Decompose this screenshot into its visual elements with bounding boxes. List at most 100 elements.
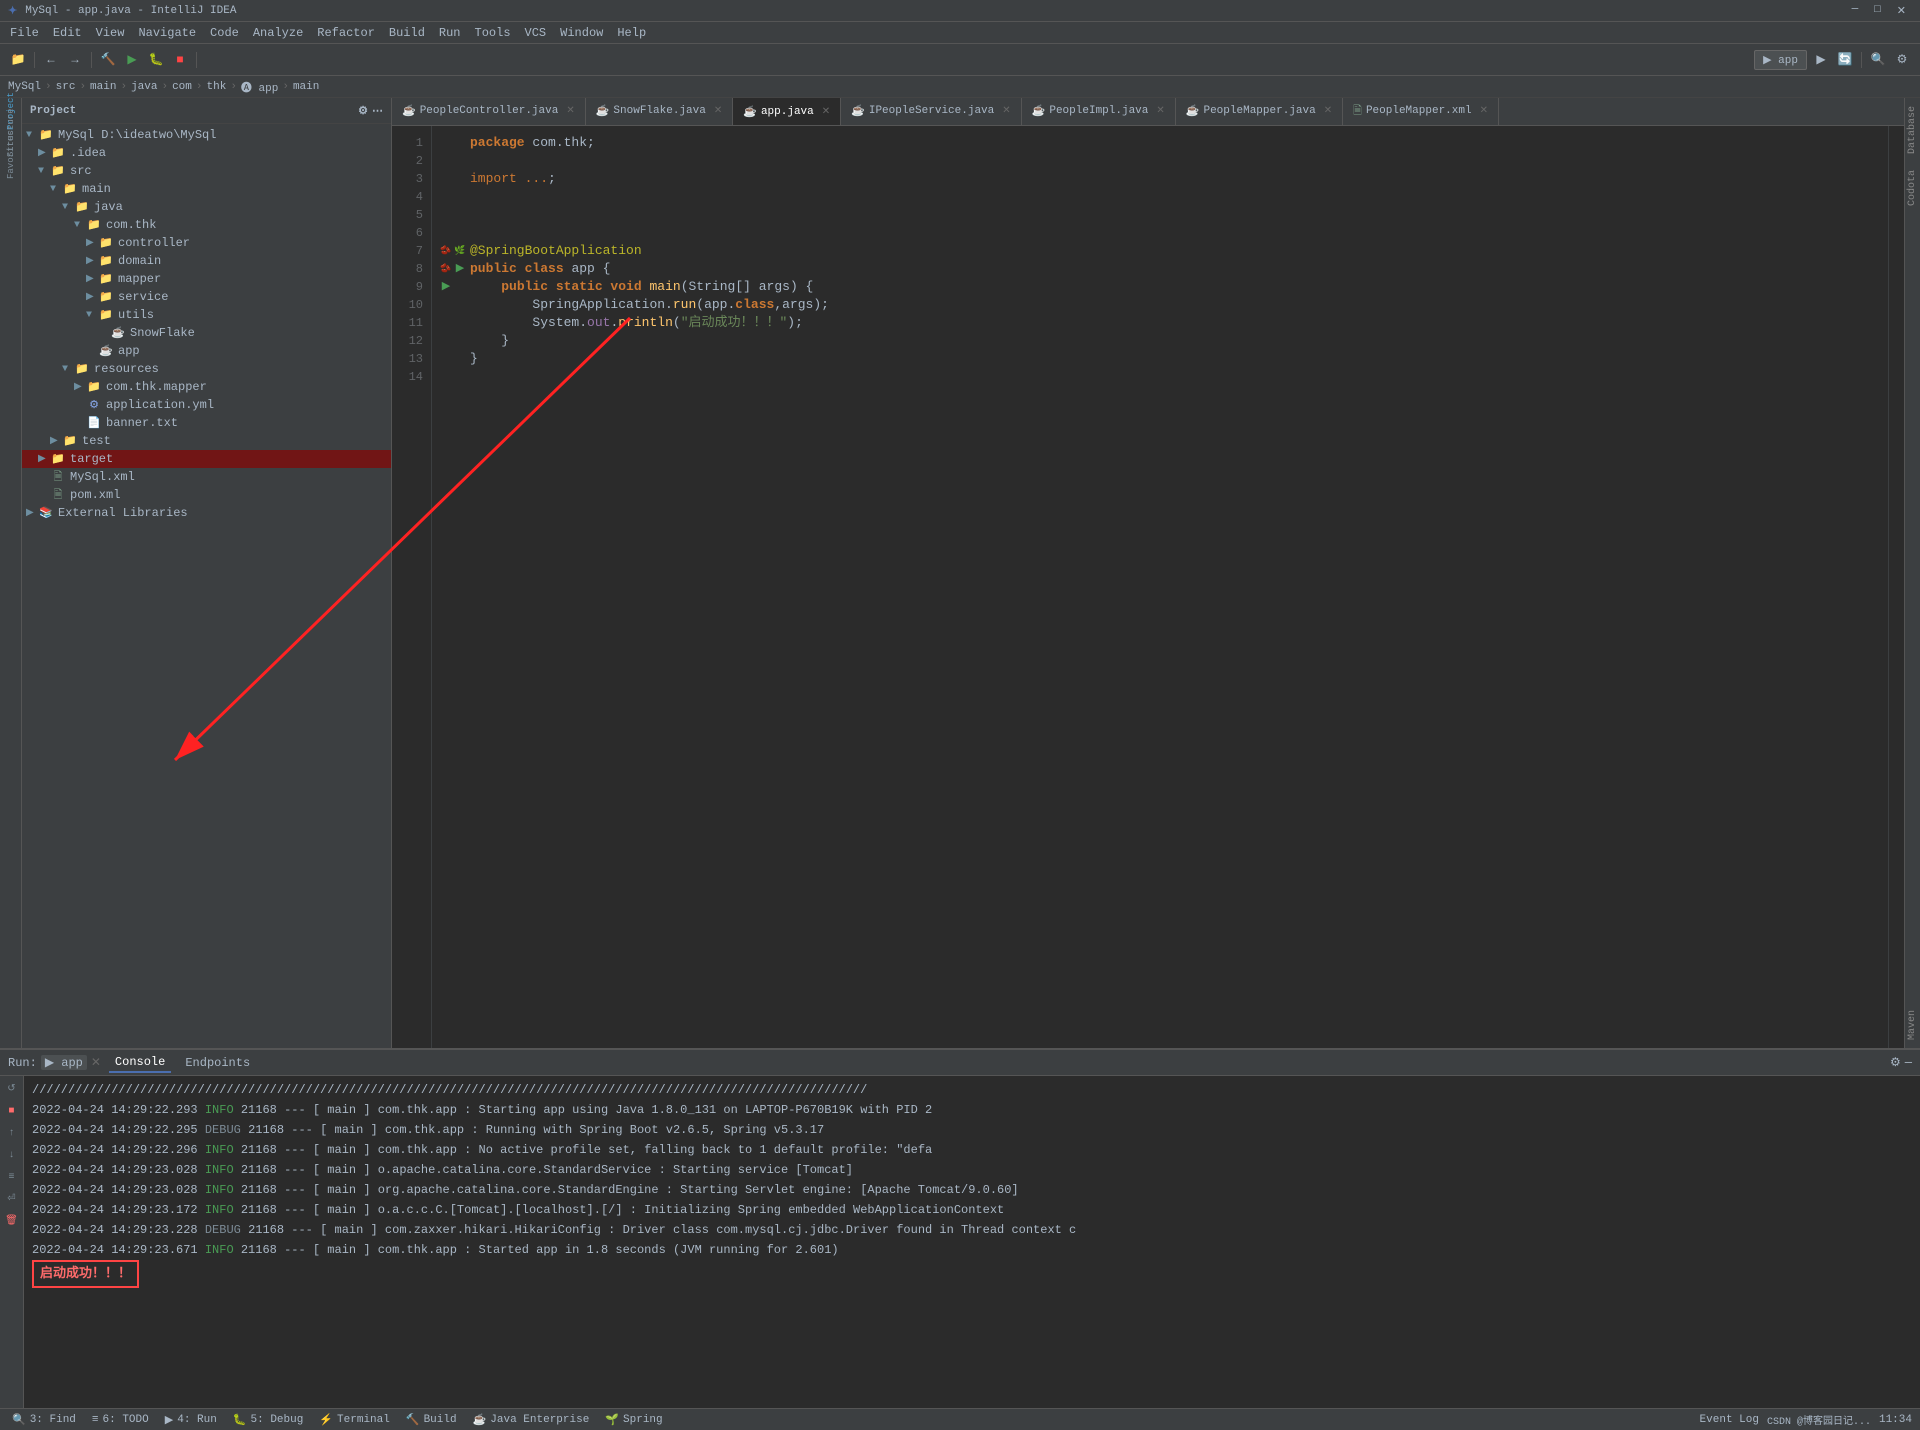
tree-project-root[interactable]: ▼ 📁 MySql D:\ideatwo\MySql: [22, 126, 391, 144]
tab-close[interactable]: ✕: [566, 105, 574, 117]
tree-domain[interactable]: ▶ 📁 domain: [22, 252, 391, 270]
code-content[interactable]: package com.thk; import ...;: [432, 126, 1888, 1048]
tree-mapper-res[interactable]: ▶ 📁 com.thk.mapper: [22, 378, 391, 396]
tree-mapper[interactable]: ▶ 📁 mapper: [22, 270, 391, 288]
menu-vcs[interactable]: VCS: [519, 24, 553, 42]
status-terminal[interactable]: ⚡ Terminal: [315, 1413, 394, 1427]
tree-utils[interactable]: ▼ 📁 utils: [22, 306, 391, 324]
tree-controller[interactable]: ▶ 📁 controller: [22, 234, 391, 252]
menu-file[interactable]: File: [4, 24, 45, 42]
toolbar-stop[interactable]: ■: [170, 50, 190, 70]
tab-close[interactable]: ✕: [714, 105, 722, 117]
menu-view[interactable]: View: [90, 24, 131, 42]
tab-people-mapper-java[interactable]: ☕ PeopleMapper.java ✕: [1176, 98, 1343, 125]
bottom-minimize[interactable]: ─: [1905, 1056, 1912, 1070]
breadcrumb-mysql[interactable]: MySql: [8, 81, 41, 93]
status-debug[interactable]: 🐛 5: Debug: [229, 1413, 308, 1427]
tab-people-impl[interactable]: ☕ PeopleImpl.java ✕: [1022, 98, 1176, 125]
tree-target[interactable]: ▶ 📁 target: [22, 450, 391, 468]
menu-build[interactable]: Build: [383, 24, 431, 42]
run-icon[interactable]: ▶: [454, 263, 466, 275]
breadcrumb-app[interactable]: 🅐 app: [241, 79, 278, 95]
menu-help[interactable]: Help: [611, 24, 652, 42]
tab-snowflake[interactable]: ☕ SnowFlake.java ✕: [586, 98, 734, 125]
breadcrumb-main[interactable]: main: [90, 81, 116, 93]
tree-pom-xml[interactable]: 🗎 pom.xml: [22, 486, 391, 504]
bean-icon[interactable]: 🫘: [440, 245, 452, 257]
toolbar-open[interactable]: 📁: [8, 50, 28, 70]
console-wrap[interactable]: ⏎: [3, 1190, 21, 1208]
menu-navigate[interactable]: Navigate: [132, 24, 202, 42]
console-clear[interactable]: 🗑: [3, 1212, 21, 1230]
tab-close-run[interactable]: ✕: [91, 1055, 101, 1070]
breadcrumb-main-method[interactable]: main: [293, 81, 319, 93]
toolbar-run[interactable]: ▶: [122, 50, 142, 70]
tree-src[interactable]: ▼ 📁 src: [22, 162, 391, 180]
status-java-enterprise[interactable]: ☕ Java Enterprise: [469, 1413, 594, 1427]
tree-java[interactable]: ▼ 📁 java: [22, 198, 391, 216]
tree-application-yml[interactable]: ⚙ application.yml: [22, 396, 391, 414]
sidebar-sync-icon[interactable]: ⚙: [358, 104, 368, 118]
title-controls[interactable]: ─ □ ✕: [1846, 2, 1912, 20]
menu-run[interactable]: Run: [433, 24, 467, 42]
status-todo[interactable]: ≡ 6: TODO: [88, 1414, 153, 1426]
toolbar-run-config[interactable]: ▶: [1811, 50, 1831, 70]
bean-icon-2[interactable]: 🫘: [440, 263, 452, 275]
tab-endpoints[interactable]: Endpoints: [179, 1054, 256, 1072]
tab-close[interactable]: ✕: [822, 106, 830, 118]
breadcrumb-src[interactable]: src: [56, 81, 76, 93]
database-panel[interactable]: Database: [1905, 98, 1920, 162]
tree-service[interactable]: ▶ 📁 service: [22, 288, 391, 306]
minimize-button[interactable]: ─: [1846, 2, 1865, 20]
tree-resources[interactable]: ▼ 📁 resources: [22, 360, 391, 378]
toolbar-update[interactable]: 🔄: [1835, 50, 1855, 70]
tab-console[interactable]: Console: [109, 1053, 171, 1073]
console-up[interactable]: ↑: [3, 1124, 21, 1142]
console-stop[interactable]: ■: [3, 1102, 21, 1120]
status-build[interactable]: 🔨 Build: [402, 1413, 461, 1427]
close-button[interactable]: ✕: [1891, 2, 1912, 20]
tree-mysql-xml[interactable]: 🗎 MySql.xml: [22, 468, 391, 486]
tab-people-controller[interactable]: ☕ PeopleController.java ✕: [392, 98, 586, 125]
tree-app[interactable]: ☕ app: [22, 342, 391, 360]
status-event-log[interactable]: Event Log: [1700, 1414, 1759, 1426]
maven-panel[interactable]: Maven: [1905, 1002, 1920, 1048]
status-find[interactable]: 🔍 3: Find: [8, 1413, 80, 1427]
toolbar-build[interactable]: 🔨: [98, 50, 118, 70]
codota-panel[interactable]: Codota: [1905, 162, 1920, 214]
menu-analyze[interactable]: Analyze: [247, 24, 309, 42]
breadcrumb-thk[interactable]: thk: [207, 81, 227, 93]
tree-test[interactable]: ▶ 📁 test: [22, 432, 391, 450]
maximize-button[interactable]: □: [1868, 2, 1887, 20]
menu-refactor[interactable]: Refactor: [311, 24, 381, 42]
breadcrumb-java[interactable]: java: [131, 81, 157, 93]
run-icon-2[interactable]: ▶: [440, 281, 452, 293]
tree-snowflake[interactable]: ☕ SnowFlake: [22, 324, 391, 342]
menu-edit[interactable]: Edit: [47, 24, 88, 42]
editor-scrollbar[interactable]: [1888, 126, 1904, 1048]
tab-app[interactable]: ☕ app.java ✕: [733, 98, 841, 125]
toolbar-settings[interactable]: ⚙: [1892, 50, 1912, 70]
toolbar-forward[interactable]: →: [65, 50, 85, 70]
console-filter[interactable]: ≡: [3, 1168, 21, 1186]
toolbar-search[interactable]: 🔍: [1868, 50, 1888, 70]
toolbar-debug[interactable]: 🐛: [146, 50, 166, 70]
tree-idea[interactable]: ▶ 📁 .idea: [22, 144, 391, 162]
tab-close[interactable]: ✕: [1002, 105, 1010, 117]
status-spring[interactable]: 🌱 Spring: [601, 1413, 666, 1427]
tab-people-mapper-xml[interactable]: 🗎 PeopleMapper.xml ✕: [1343, 98, 1499, 125]
tree-main[interactable]: ▼ 📁 main: [22, 180, 391, 198]
menu-tools[interactable]: Tools: [469, 24, 517, 42]
tree-external-libs[interactable]: ▶ 📚 External Libraries: [22, 504, 391, 522]
status-run[interactable]: ▶ 4: Run: [161, 1413, 221, 1427]
spring-icon[interactable]: 🌿: [454, 245, 466, 257]
bottom-settings[interactable]: ⚙: [1890, 1055, 1901, 1070]
console-rerun[interactable]: ↺: [3, 1080, 21, 1098]
tab-ipeople-service[interactable]: ☕ IPeopleService.java ✕: [841, 98, 1022, 125]
breadcrumb-com[interactable]: com: [172, 81, 192, 93]
tree-com-thk[interactable]: ▼ 📁 com.thk: [22, 216, 391, 234]
console-down[interactable]: ↓: [3, 1146, 21, 1164]
menu-window[interactable]: Window: [554, 24, 609, 42]
tree-banner-txt[interactable]: 📄 banner.txt: [22, 414, 391, 432]
sidebar-gear-icon[interactable]: ⋯: [372, 104, 383, 118]
